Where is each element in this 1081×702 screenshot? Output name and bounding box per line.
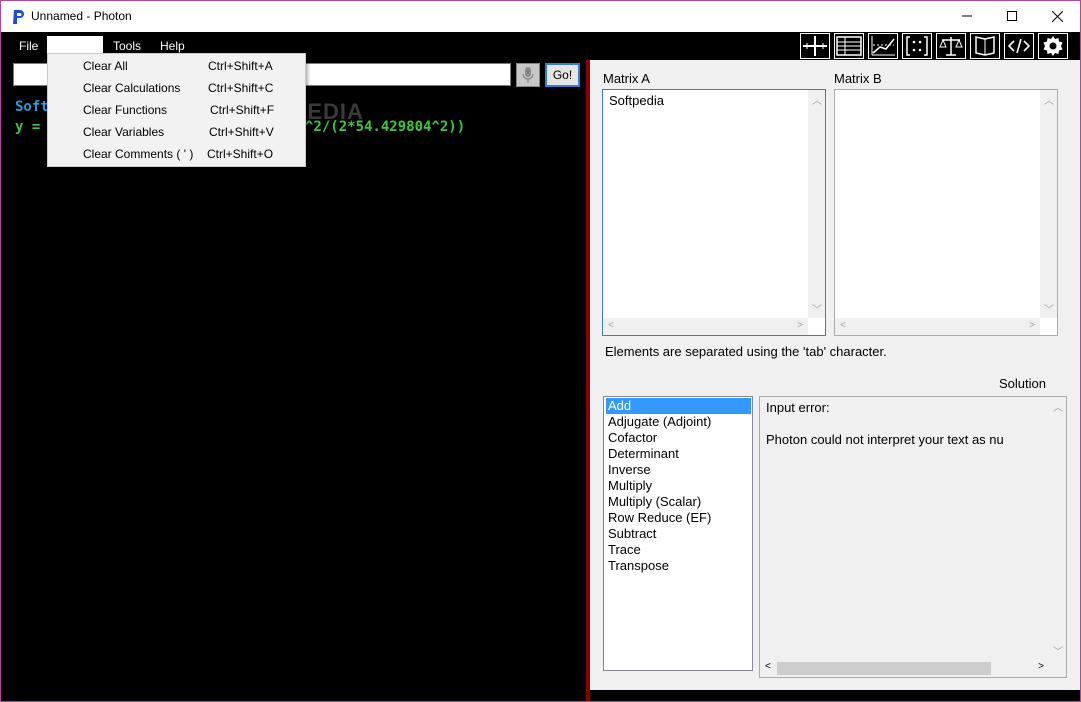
table-icon: [836, 36, 862, 56]
matrix-pane: Matrix A Matrix B Softpedia ︿ ﹀ < > ︿ ﹀ …: [590, 60, 1080, 690]
list-item[interactable]: Transpose: [606, 558, 751, 574]
scroll-right-icon: >: [1038, 661, 1044, 672]
maximize-button[interactable]: [989, 1, 1035, 31]
scroll-down-icon: ﹀: [812, 305, 822, 316]
menu-clear-all[interactable]: Clear All Ctrl+Shift+A: [48, 55, 305, 77]
close-button[interactable]: [1034, 1, 1080, 31]
crosshair-icon: [803, 36, 827, 56]
solution-vscroll[interactable]: ︿ ﹀: [1049, 397, 1066, 660]
matrix-a-hscroll[interactable]: < >: [603, 318, 808, 335]
matrix-b-input[interactable]: ︿ ﹀ < >: [834, 89, 1058, 336]
matrix-icon: [906, 36, 928, 56]
list-item[interactable]: Row Reduce (EF): [606, 510, 751, 526]
menu-item-label: Clear Variables: [83, 125, 165, 139]
window-title: Unnamed - Photon: [31, 9, 132, 23]
solution-hscroll[interactable]: < >: [760, 660, 1049, 677]
clear-menu-dropdown: Clear All Ctrl+Shift+A Clear Calculation…: [47, 53, 306, 167]
matrix-a-vscroll[interactable]: ︿ ﹀: [808, 90, 825, 318]
photon-logo-icon: [13, 10, 24, 24]
list-item[interactable]: Adjugate (Adjoint): [606, 414, 751, 430]
table-button[interactable]: [834, 33, 864, 59]
list-item[interactable]: Trace: [606, 542, 751, 558]
microphone-icon: [522, 67, 534, 83]
operations-list[interactable]: Add Adjugate (Adjoint) Cofactor Determin…: [603, 396, 753, 671]
list-item[interactable]: Cofactor: [606, 430, 751, 446]
list-item[interactable]: Multiply: [606, 478, 751, 494]
menu-item-label: Clear Comments ( ' ): [83, 147, 194, 161]
menu-file[interactable]: File: [13, 36, 44, 56]
list-item[interactable]: Multiply (Scalar): [606, 494, 751, 510]
scroll-thumb[interactable]: [777, 662, 991, 675]
list-item[interactable]: Subtract: [606, 526, 751, 542]
console-line-2-start: y =: [15, 119, 41, 135]
maximize-icon: [1007, 11, 1017, 21]
menu-item-shortcut: Ctrl+Shift+A: [208, 59, 273, 73]
scale-button[interactable]: [936, 33, 966, 59]
menu-clear-comments[interactable]: Clear Comments ( ' ) Ctrl+Shift+O: [48, 143, 305, 165]
graph-icon: [871, 36, 895, 56]
code-icon: [1007, 38, 1031, 54]
crosshair-button[interactable]: [800, 33, 830, 59]
console-line-1: Soft: [15, 99, 49, 115]
solution-label: Solution: [999, 376, 1046, 391]
matrix-a-input[interactable]: Softpedia ︿ ﹀ < >: [602, 89, 826, 336]
menu-item-label: Clear Calculations: [83, 81, 181, 95]
graph-button[interactable]: [868, 33, 898, 59]
app-window: Unnamed - Photon File Clear Tools Help G…: [0, 0, 1081, 702]
matrix-b-label: Matrix B: [834, 71, 882, 86]
scale-icon: [939, 37, 963, 56]
status-strip: [590, 690, 1080, 701]
solution-line-1: Input error:: [766, 400, 830, 415]
menu-clear-calculations[interactable]: Clear Calculations Ctrl+Shift+C: [48, 77, 305, 99]
title-bar: Unnamed - Photon: [1, 1, 1080, 32]
scroll-up-icon: ︿: [1053, 403, 1063, 414]
separator-hint: Elements are separated using the 'tab' c…: [605, 344, 887, 359]
scroll-right-icon: >: [797, 320, 803, 331]
scroll-left-icon: <: [608, 320, 614, 331]
minimize-button[interactable]: [944, 1, 990, 31]
solution-line-2: Photon could not interpret your text as …: [766, 432, 1004, 447]
list-item[interactable]: Add: [606, 398, 751, 414]
scroll-down-icon: ﹀: [1044, 305, 1054, 316]
scroll-left-icon: <: [840, 320, 846, 331]
matrix-b-vscroll[interactable]: ︿ ﹀: [1040, 90, 1057, 318]
matrix-a-label: Matrix A: [603, 71, 650, 86]
minimize-icon: [962, 15, 972, 17]
scroll-up-icon: ︿: [1044, 96, 1054, 107]
settings-button[interactable]: [1038, 33, 1068, 59]
close-icon: [1051, 10, 1063, 22]
matrix-b-hscroll[interactable]: < >: [835, 318, 1040, 335]
console-line-2-end: ^2/(2*54.429804^2)): [305, 119, 466, 135]
scroll-left-icon: <: [765, 661, 771, 672]
menu-item-shortcut: Ctrl+Shift+F: [210, 103, 275, 117]
scroll-up-icon: ︿: [812, 96, 822, 107]
menu-item-label: Clear All: [83, 59, 128, 73]
menu-clear-variables[interactable]: Clear Variables Ctrl+Shift+V: [48, 121, 305, 143]
menu-item-shortcut: Ctrl+Shift+V: [209, 125, 274, 139]
book-button[interactable]: [970, 33, 1000, 59]
menu-clear-functions[interactable]: Clear Functions Ctrl+Shift+F: [48, 99, 305, 121]
book-icon: [975, 36, 995, 56]
scroll-down-icon: ﹀: [1053, 647, 1063, 658]
list-item[interactable]: Inverse: [606, 462, 751, 478]
solution-output[interactable]: Input error: Photon could not interpret …: [759, 396, 1067, 678]
go-button[interactable]: Go!: [545, 63, 580, 87]
microphone-button[interactable]: [516, 63, 540, 87]
matrix-a-value: Softpedia: [609, 93, 664, 108]
gear-icon: [1043, 36, 1063, 56]
menu-item-label: Clear Functions: [83, 103, 168, 117]
menu-item-shortcut: Ctrl+Shift+C: [208, 81, 274, 95]
matrix-button[interactable]: [902, 33, 932, 59]
list-item[interactable]: Determinant: [606, 446, 751, 462]
scroll-right-icon: >: [1029, 320, 1035, 331]
menu-item-shortcut: Ctrl+Shift+O: [207, 147, 274, 161]
code-button[interactable]: [1004, 33, 1034, 59]
